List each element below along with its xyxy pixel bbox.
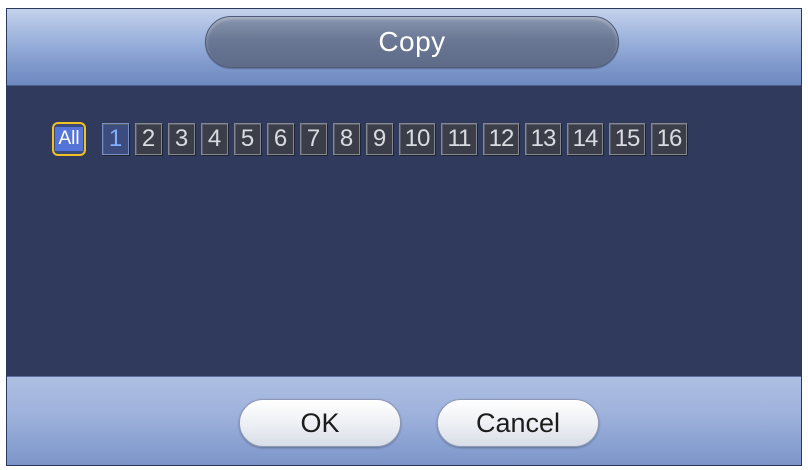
channel-checkbox-12[interactable]: 12 [483,123,519,155]
copy-dialog: Copy All 1 2 3 4 5 6 7 8 9 10 11 12 13 1… [6,8,802,466]
channel-checkbox-2[interactable]: 2 [135,123,162,155]
dialog-title-bar: Copy [205,16,619,68]
dialog-title: Copy [378,26,446,57]
channel-checkbox-1[interactable]: 1 [102,123,129,155]
channel-checkbox-11[interactable]: 11 [441,123,477,155]
channel-checkbox-6[interactable]: 6 [267,123,294,155]
channel-checkbox-15[interactable]: 15 [609,123,645,155]
channel-checkbox-16[interactable]: 16 [651,123,687,155]
dialog-content: All 1 2 3 4 5 6 7 8 9 10 11 12 13 14 15 … [7,86,801,376]
cancel-button[interactable]: Cancel [437,399,599,447]
channel-checkbox-10[interactable]: 10 [399,123,435,155]
channel-all-label: All [55,127,83,151]
channel-checkbox-3[interactable]: 3 [168,123,195,155]
channel-checkbox-8[interactable]: 8 [333,123,360,155]
channel-selector: All 1 2 3 4 5 6 7 8 9 10 11 12 13 14 15 … [52,119,693,159]
channel-checkbox-13[interactable]: 13 [525,123,561,155]
channel-checkbox-14[interactable]: 14 [567,123,603,155]
dialog-footer: OK Cancel [7,376,801,465]
channel-checkbox-5[interactable]: 5 [234,123,261,155]
channel-all-checkbox[interactable]: All [52,122,86,156]
channel-checkbox-4[interactable]: 4 [201,123,228,155]
dialog-header: Copy [7,9,801,86]
ok-button[interactable]: OK [239,399,401,447]
channel-checkbox-7[interactable]: 7 [300,123,327,155]
channel-checkbox-9[interactable]: 9 [366,123,393,155]
